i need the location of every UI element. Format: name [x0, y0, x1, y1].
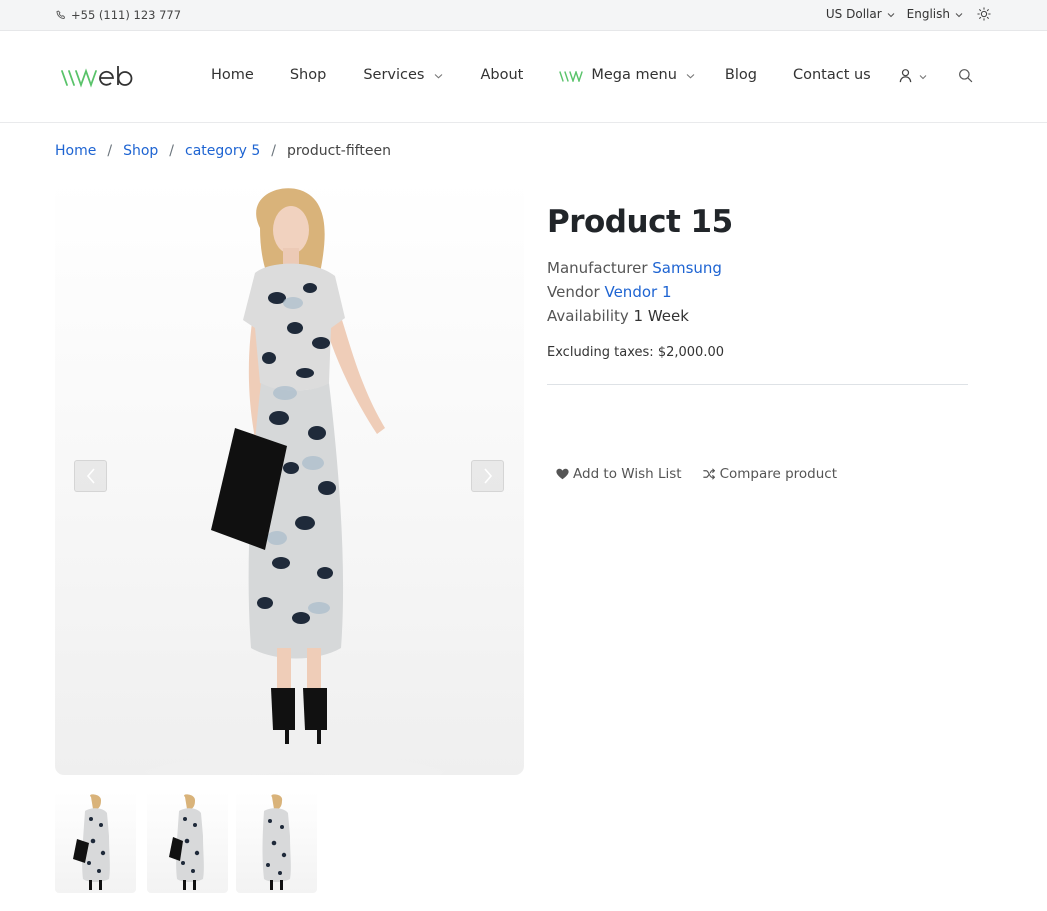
compare-product-button[interactable]: Compare product [702, 466, 838, 482]
nav-home[interactable]: Home [211, 67, 254, 83]
availability-value: 1 Week [633, 307, 689, 325]
nav-services[interactable]: Services [363, 67, 443, 83]
thumbnail[interactable] [236, 791, 317, 893]
vendor-label: Vendor [547, 283, 600, 301]
breadcrumb-current: product-fifteen [286, 143, 391, 159]
shuffle-icon [702, 468, 715, 480]
nav-about[interactable]: About [480, 67, 523, 83]
currency-label: US Dollar [825, 7, 882, 21]
nav-contact[interactable]: Contact us [793, 67, 871, 83]
nav-mega-menu[interactable]: Mega menu [559, 67, 695, 83]
nav-blog[interactable]: Blog [725, 67, 757, 83]
search-icon[interactable] [958, 68, 973, 83]
nav-shop[interactable]: Shop [290, 67, 326, 83]
nav-mega-menu-label: Mega menu [591, 67, 677, 83]
breadcrumb-separator: / [107, 143, 113, 159]
top-bar: +55 (111) 123 777 US Dollar English [0, 0, 1047, 31]
manufacturer-label: Manufacturer [547, 259, 648, 277]
phone-contact[interactable]: +55 (111) 123 777 [56, 8, 181, 22]
phone-icon [56, 10, 65, 19]
nav-services-label: Services [363, 67, 425, 83]
chevron-right-icon [483, 468, 492, 484]
vendor-link[interactable]: Vendor 1 [604, 283, 671, 301]
product-thumbnail-image [73, 794, 110, 890]
product-gallery[interactable] [55, 178, 524, 775]
main-nav: Home Shop Services About Mega menu Blog … [211, 67, 871, 83]
chevron-left-icon [86, 468, 95, 484]
language-label: English [906, 7, 950, 21]
product-thumbnail-image [262, 794, 291, 890]
product-thumbnail-image [169, 794, 204, 890]
wishlist-label: Add to Wish List [573, 466, 682, 482]
gallery-next-button[interactable] [471, 460, 504, 492]
thumbnail[interactable] [147, 791, 228, 893]
breadcrumb-separator: / [271, 143, 276, 159]
product-meta: Manufacturer Samsung Vendor Vendor 1 Ava… [547, 256, 968, 328]
mega-menu-logo-icon [559, 71, 584, 82]
site-logo[interactable] [60, 65, 142, 89]
product-info: Product 15 Manufacturer Samsung Vendor V… [547, 200, 968, 385]
account-dropdown[interactable] [898, 68, 927, 83]
manufacturer-link[interactable]: Samsung [652, 259, 722, 277]
price-value: $2,000.00 [657, 345, 724, 360]
vendor-row: Vendor Vendor 1 [547, 280, 968, 304]
language-dropdown[interactable]: English [907, 7, 963, 21]
product-main-image [135, 188, 455, 775]
gallery-prev-button[interactable] [74, 460, 107, 492]
divider [547, 384, 968, 385]
gallery-thumbnails [55, 791, 328, 893]
availability-row: Availability 1 Week [547, 304, 968, 328]
currency-dropdown[interactable]: US Dollar [826, 7, 895, 21]
chevron-down-icon [686, 74, 695, 79]
sun-icon[interactable] [977, 6, 991, 21]
phone-number: +55 (111) 123 777 [71, 8, 182, 22]
breadcrumb-shop[interactable]: Shop [123, 143, 158, 159]
thumbnail[interactable] [55, 791, 136, 893]
product-title: Product 15 [547, 204, 733, 240]
breadcrumb-home[interactable]: Home [55, 143, 96, 159]
chevron-down-icon [887, 13, 895, 18]
chevron-down-icon [955, 13, 963, 18]
price-label: Excluding taxes: [547, 345, 654, 360]
user-icon [899, 69, 912, 83]
product-actions: Add to Wish List Compare product [556, 466, 858, 482]
heart-icon [556, 468, 569, 480]
breadcrumb-category[interactable]: category 5 [185, 143, 260, 159]
price-row: Excluding taxes: $2,000.00 [547, 345, 968, 360]
chevron-down-icon [919, 75, 927, 80]
chevron-down-icon [435, 74, 443, 79]
availability-label: Availability [547, 307, 629, 325]
breadcrumb: Home / Shop / category 5 / product-fifte… [55, 143, 391, 159]
site-header: Home Shop Services About Mega menu Blog … [0, 31, 1047, 123]
add-to-wishlist-button[interactable]: Add to Wish List [556, 466, 682, 482]
breadcrumb-separator: / [169, 143, 174, 159]
manufacturer-row: Manufacturer Samsung [547, 256, 968, 280]
compare-label: Compare product [719, 466, 838, 482]
